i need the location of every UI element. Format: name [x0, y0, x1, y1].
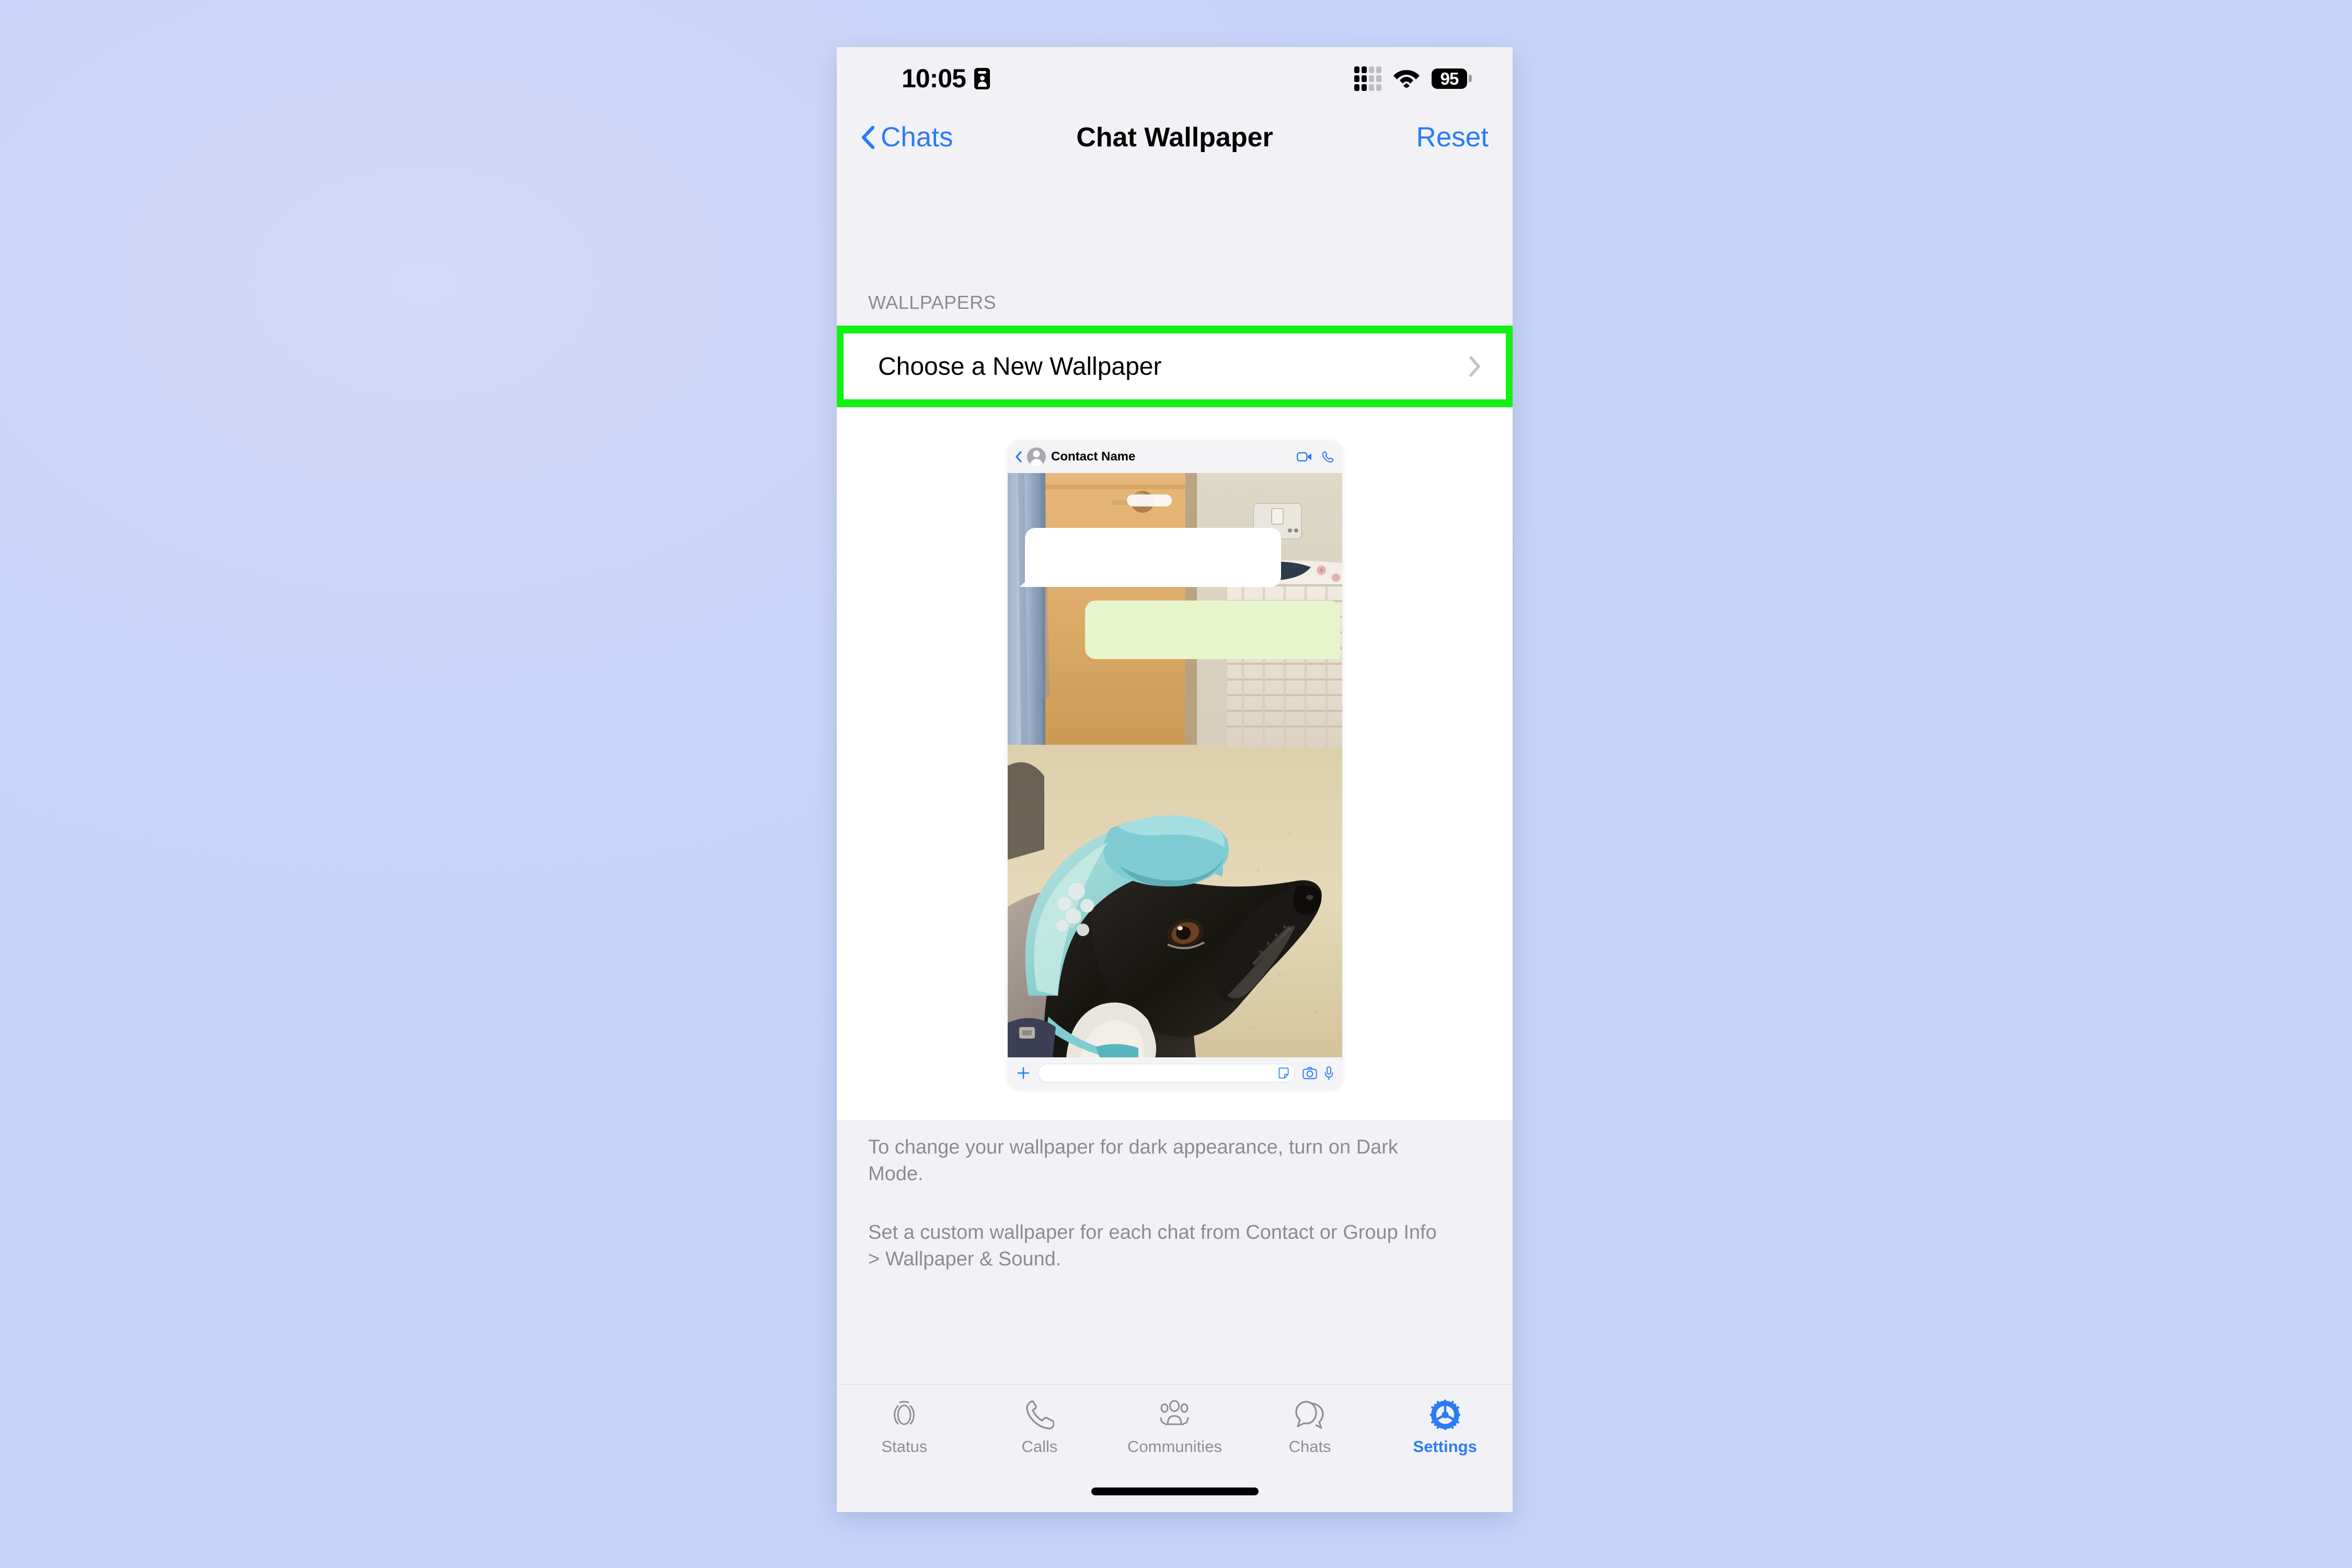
chat-preview-actions	[1297, 451, 1334, 463]
footer-help-text: To change your wallpaper for dark appear…	[868, 1134, 1448, 1272]
incoming-message-bubble	[1025, 528, 1281, 587]
back-button[interactable]: Chats	[861, 121, 953, 153]
tab-status[interactable]: Status	[837, 1399, 972, 1456]
wallpaper-preview-panel: Contact Name	[837, 407, 1513, 1120]
chevron-right-icon	[1469, 356, 1480, 377]
chat-input-bar	[1008, 1057, 1342, 1089]
tab-settings[interactable]: Settings	[1377, 1399, 1513, 1456]
reset-button[interactable]: Reset	[1416, 121, 1489, 153]
choose-new-wallpaper-label: Choose a New Wallpaper	[878, 352, 1162, 381]
date-divider-pill	[1127, 494, 1172, 506]
cellular-signal-icon	[1354, 66, 1381, 91]
highlight-box: Choose a New Wallpaper	[837, 326, 1513, 407]
sticker-icon[interactable]	[1278, 1067, 1289, 1079]
phone-icon[interactable]	[1322, 451, 1334, 463]
phone-icon	[1025, 1399, 1054, 1431]
plus-icon[interactable]	[1016, 1066, 1031, 1080]
tab-calls[interactable]: Calls	[972, 1399, 1108, 1456]
contact-name: Contact Name	[1051, 449, 1136, 464]
tab-label-settings: Settings	[1413, 1437, 1477, 1456]
chevron-left-icon[interactable]	[1015, 451, 1022, 463]
outgoing-message-bubble	[1085, 601, 1340, 659]
tab-label-communities: Communities	[1127, 1437, 1222, 1456]
footer-paragraph-1: To change your wallpaper for dark appear…	[868, 1136, 1398, 1185]
status-rings-icon	[889, 1399, 920, 1431]
chat-preview-header: Contact Name	[1008, 441, 1342, 473]
phone-screen: 10:05 95 Chats Chat Wallpaper Reset WALL…	[837, 47, 1513, 1512]
id-card-icon	[974, 67, 990, 89]
message-input-field[interactable]	[1038, 1064, 1295, 1082]
camera-icon[interactable]	[1302, 1067, 1317, 1079]
microphone-icon[interactable]	[1324, 1066, 1333, 1080]
battery-percent: 95	[1440, 68, 1459, 88]
tab-communities[interactable]: Communities	[1107, 1399, 1242, 1456]
wallpaper-photo	[1008, 473, 1342, 1057]
tab-label-chats: Chats	[1288, 1437, 1331, 1456]
status-bar-right: 95	[1354, 66, 1472, 91]
home-indicator[interactable]	[1091, 1488, 1259, 1495]
status-bar: 10:05 95	[837, 47, 1513, 110]
wifi-icon	[1393, 67, 1420, 90]
chat-preview-card: Contact Name	[1008, 441, 1342, 1089]
tab-chats[interactable]: Chats	[1242, 1399, 1378, 1456]
avatar	[1027, 447, 1046, 466]
tab-label-status: Status	[881, 1437, 928, 1456]
chat-bubbles-icon	[1295, 1399, 1325, 1431]
back-button-label: Chats	[881, 122, 953, 153]
video-camera-icon[interactable]	[1297, 451, 1312, 463]
section-header-wallpapers: WALLPAPERS	[868, 292, 997, 313]
communities-icon	[1158, 1399, 1191, 1431]
status-bar-left: 10:05	[902, 63, 990, 94]
choose-new-wallpaper-row[interactable]: Choose a New Wallpaper	[844, 333, 1506, 399]
battery-indicator: 95	[1432, 68, 1472, 89]
chevron-left-icon	[861, 125, 874, 149]
footer-paragraph-2: Set a custom wallpaper for each chat fro…	[868, 1221, 1437, 1270]
message-bubbles	[1008, 473, 1342, 1057]
gear-icon	[1429, 1399, 1461, 1431]
tab-label-calls: Calls	[1021, 1437, 1058, 1456]
navigation-bar: Chats Chat Wallpaper Reset	[837, 110, 1513, 165]
status-time: 10:05	[902, 64, 966, 93]
